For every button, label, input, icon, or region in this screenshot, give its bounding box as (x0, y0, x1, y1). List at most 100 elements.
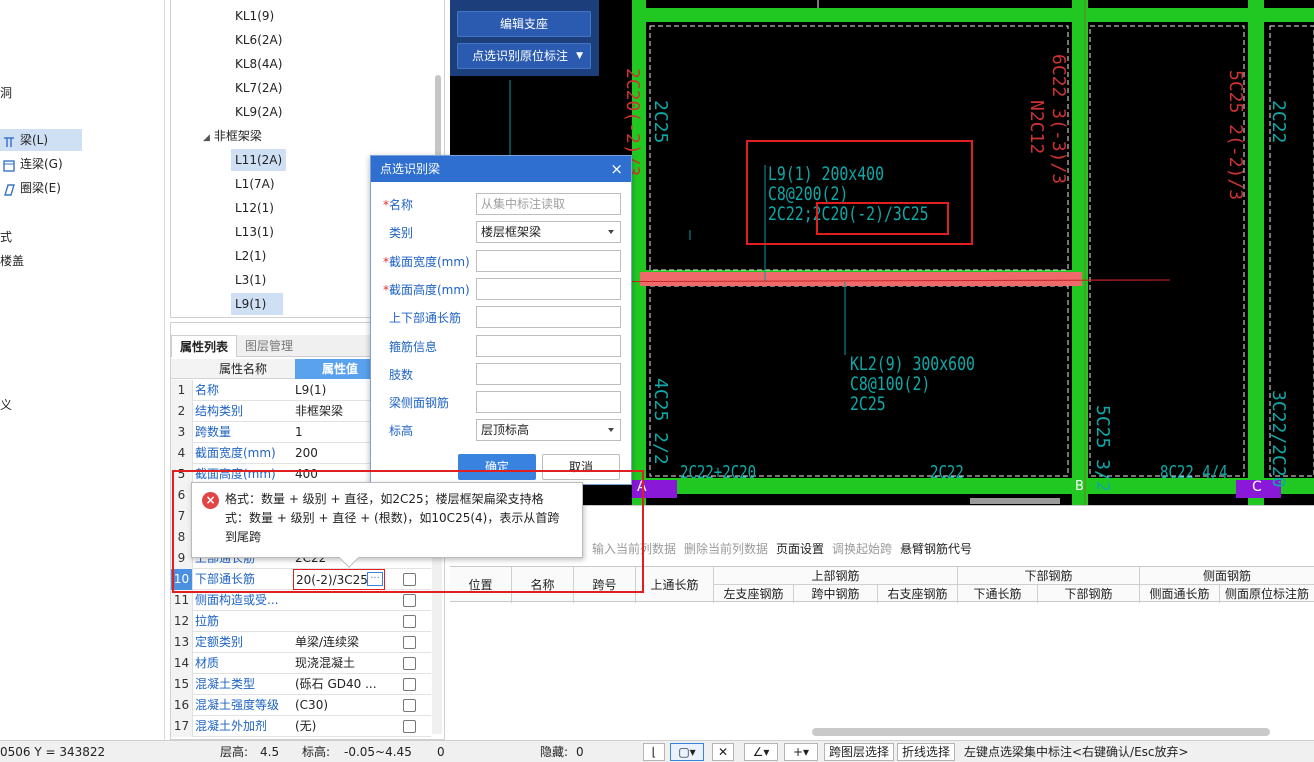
swap-start-span-button[interactable]: 调换起始跨 (832, 536, 892, 562)
dialog-input[interactable] (476, 391, 621, 414)
property-checkbox[interactable] (403, 699, 416, 712)
tree-item[interactable]: L12(1) (231, 197, 278, 219)
dialog-input[interactable] (476, 306, 621, 329)
tree-item[interactable]: KL6(2A) (231, 29, 286, 51)
col-bottom-bars: 下部钢筋 (1038, 585, 1140, 603)
table-horizontal-scrollbar[interactable] (812, 728, 1270, 736)
property-checkbox[interactable] (403, 573, 416, 586)
move-snap-icon[interactable]: +▾ (784, 743, 818, 761)
tree-item[interactable]: L2(1) (231, 245, 270, 267)
vertical-annotation-right: 5C25 2(-2)/3 (1225, 70, 1246, 201)
dialog-field-label: 箍筋信息 (383, 335, 437, 359)
property-checkbox[interactable] (403, 678, 416, 691)
property-row[interactable]: 13 定额类别 单梁/连续梁 (171, 632, 431, 653)
property-checkbox[interactable] (403, 636, 416, 649)
tree-item[interactable]: L13(1) (231, 221, 278, 243)
property-checkbox[interactable] (403, 720, 416, 733)
tree-item[interactable]: KL9(2A) (231, 101, 286, 123)
property-row-number: 10 (171, 569, 193, 590)
left-nav-item-beam[interactable]: 梁(L) (0, 129, 82, 151)
edit-support-button[interactable]: 编辑支座 (457, 11, 591, 37)
tree-item[interactable]: KL8(4A) (231, 53, 286, 75)
angle-snap-icon[interactable]: ∠▾ (744, 743, 778, 761)
dialog-select[interactable]: 层顶标高 (476, 419, 621, 442)
left-nav-item-coupling-beam[interactable]: 连梁(G) (0, 153, 63, 175)
dialog-field-row: 上下部通长筋 (383, 306, 623, 330)
dialog-input[interactable] (476, 249, 621, 272)
ellipsis-edit-button[interactable]: ··· (367, 572, 383, 586)
pick-recognize-annotation-button[interactable]: 点选识别原位标注 ▼ (457, 43, 591, 69)
property-value[interactable]: (无) (295, 716, 389, 737)
property-value[interactable] (295, 590, 389, 611)
select-box-icon[interactable]: ▢▾ (670, 743, 704, 761)
tree-item[interactable]: KL1(9) (231, 5, 278, 27)
status-bar: 0506 Y = 343822 层高: 4.5 标高: -0.05~4.45 0… (0, 740, 1314, 762)
tree-group-nonframe[interactable]: ◢ 非框架梁 (199, 125, 266, 147)
col-position: 位置 (450, 567, 512, 603)
dialog-input[interactable]: 从集中标注读取 (476, 193, 621, 215)
dialog-ok-button[interactable]: 确定 (458, 454, 536, 480)
tree-group-label: 非框架梁 (213, 129, 262, 143)
input-column-data-button[interactable]: 输入当前列数据 (592, 536, 676, 562)
dialog-field-label: *截面宽度(mm) (383, 250, 470, 274)
property-value[interactable]: 单梁/连续梁 (295, 632, 389, 653)
col-group-top: 上部钢筋 (714, 567, 958, 585)
col-name: 名称 (512, 567, 574, 603)
property-row[interactable]: 10 下部通长筋 20(-2)/3C25 ··· (171, 569, 431, 590)
ortho-mode-icon[interactable]: ⌊ (643, 743, 665, 761)
property-checkbox[interactable] (403, 657, 416, 670)
cross-snap-icon[interactable]: ✕ (712, 743, 734, 761)
tree-item[interactable]: L3(1) (231, 269, 270, 291)
dialog-close-icon[interactable]: × (610, 156, 623, 182)
beam-annotation-line: L9(1) 200x400 (768, 163, 885, 185)
dropdown-arrow-icon[interactable]: ▼ (576, 44, 583, 68)
property-row-number: 16 (171, 695, 193, 716)
property-row[interactable]: 11 侧面构造或受... (171, 590, 431, 611)
polyline-select-button[interactable]: 折线选择 (897, 743, 956, 761)
property-value[interactable]: 现浇混凝土 (295, 653, 389, 674)
property-value[interactable]: (C30) (295, 695, 389, 716)
tree-item[interactable]: L11(2A) (231, 149, 287, 171)
page-setup-button[interactable]: 页面设置 (776, 536, 824, 562)
left-nav-item-ring-beam[interactable]: 圈梁(E) (0, 177, 61, 199)
cantilever-rebar-code-button[interactable]: 悬臂钢筋代号 (900, 536, 972, 562)
property-row[interactable]: 12 拉筋 (171, 611, 431, 632)
tree-item-selected[interactable]: L9(1) (231, 293, 283, 315)
dialog-input[interactable] (476, 334, 621, 357)
property-row[interactable]: 15 混凝土类型 (砾石 GD40 ... (171, 674, 431, 695)
bottom-annotation-1: 2C22+2C20 (680, 462, 757, 483)
tab-property-list[interactable]: 属性列表 (171, 335, 238, 357)
property-row[interactable]: 17 混凝土外加剂 (无) (171, 716, 431, 737)
dialog-input[interactable] (476, 362, 621, 385)
property-row[interactable]: 14 材质 现浇混凝土 (171, 653, 431, 674)
left-navigation-tree: 洞 梁(L) 连梁(G) 圈梁(E) 式 楼盖 义 (0, 0, 165, 740)
chevron-down-icon[interactable] (608, 428, 614, 433)
fragment-label: 楼盖 (0, 254, 25, 268)
property-checkbox[interactable] (403, 615, 416, 628)
dialog-cancel-button[interactable]: 取消 (542, 454, 620, 480)
cross-layer-select-button[interactable]: 跨图层选择 (824, 743, 895, 761)
beam-annotation-line: C8@200(2) (768, 183, 849, 205)
dialog-field-row: 肢数 (383, 362, 623, 387)
delete-column-data-button[interactable]: 删除当前列数据 (684, 536, 768, 562)
property-value[interactable]: (砾石 GD40 ... (295, 674, 389, 695)
property-row[interactable]: 16 混凝土强度等级 (C30) (171, 695, 431, 716)
vertical-annotation-mid-sub: N2C12 (1026, 100, 1047, 155)
dialog-field-label: 上下部通长筋 (383, 306, 461, 330)
dialog-input[interactable] (476, 277, 621, 300)
tree-item[interactable]: L1(7A) (231, 173, 279, 195)
rebar-table-header: 位置 名称 跨号 上通长筋 上部钢筋 左支座钢筋 跨中钢筋 右支座钢筋 下部钢筋… (450, 566, 1314, 603)
vertical-annotation-bottom-left: 4C25 2/2 (650, 378, 671, 465)
tab-layer-manager[interactable]: 图层管理 (237, 335, 301, 357)
dialog-select[interactable]: 楼层框架梁 (476, 221, 621, 244)
property-row-number: 4 (171, 443, 193, 464)
collapse-triangle-icon[interactable]: ◢ (203, 133, 210, 143)
beam-centralized-annotation[interactable]: L9(1) 200x400 C8@200(2) 2C22;2C20(-2)/3C… (768, 164, 929, 224)
property-checkbox[interactable] (403, 594, 416, 607)
property-value[interactable] (295, 611, 389, 632)
left-nav-item-label: 圈梁(E) (20, 181, 61, 195)
property-row-number: 11 (171, 590, 193, 611)
kl2-annotation[interactable]: KL2(9) 300x600 C8@100(2) 2C25 (850, 354, 975, 414)
tree-item[interactable]: KL7(2A) (231, 77, 286, 99)
chevron-down-icon[interactable] (608, 230, 614, 235)
